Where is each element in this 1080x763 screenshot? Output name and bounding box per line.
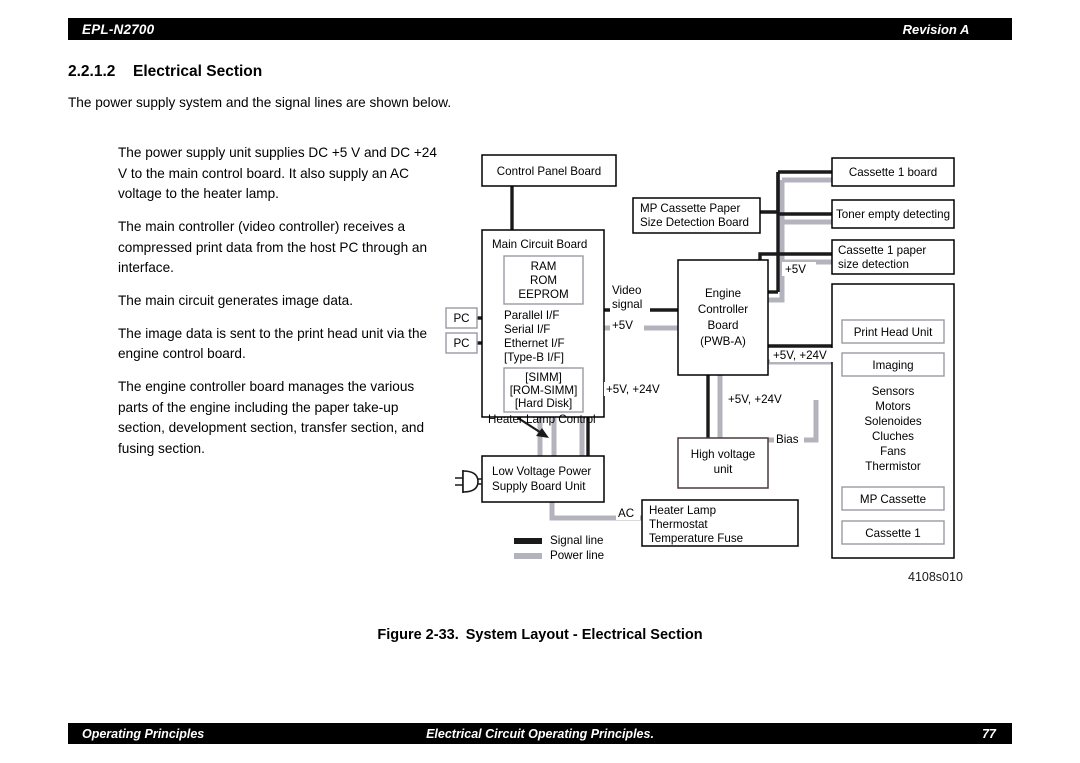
body-text-column: The power supply unit supplies DC +5 V a…	[118, 143, 448, 472]
body-paragraph: The engine controller board manages the …	[118, 378, 425, 456]
document-page: EPL-N2700 Revision A 2.2.1.2 Electrical …	[0, 0, 1080, 763]
header-model: EPL-N2700	[68, 18, 304, 40]
footer-center-text: Electrical Circuit Operating Principles.	[426, 726, 654, 741]
body-paragraph: The main controller (video controller) r…	[118, 218, 428, 276]
engine-controller-line4: (PWB-A)	[700, 335, 746, 348]
high-voltage-line2: unit	[714, 463, 733, 476]
plus5v24v-right-label: +5V, +24V	[773, 349, 827, 362]
box-low-voltage-power-supply: Low Voltage Power Supply Board Unit	[481, 455, 605, 503]
interface-ethernet-label: Ethernet I/F	[504, 337, 565, 350]
engine-part-cluches: Cluches	[872, 430, 914, 443]
engine-controller-line2: Controller	[698, 303, 748, 316]
mp-cassette-paper-line2: Size Detection Board	[640, 216, 749, 229]
memory-eeprom-label: EEPROM	[518, 288, 568, 301]
memory-rom-label: ROM	[530, 274, 557, 287]
memory-ram-label: RAM	[531, 260, 557, 273]
interface-serial-label: Serial I/F	[504, 323, 550, 336]
power-plug-icon	[455, 470, 482, 493]
cassette-1-board-label: Cassette 1 board	[849, 166, 937, 179]
plus5v24v-left-label: +5V, +24V	[606, 383, 660, 396]
toner-empty-detecting-label: Toner empty detecting	[836, 208, 950, 221]
body-paragraph: The main circuit generates image data.	[118, 292, 353, 308]
engine-part-sensors: Sensors	[872, 385, 915, 398]
print-head-unit-label: Print Head Unit	[854, 326, 933, 339]
mp-cassette-label: MP Cassette	[860, 493, 926, 506]
legend-power-line-label: Power line	[550, 549, 604, 562]
section-number: 2.2.1.2	[68, 63, 116, 80]
box-control-panel-board: Control Panel Board	[481, 154, 617, 187]
ac-label: AC	[618, 507, 634, 520]
engine-controller-line3: Board	[708, 319, 739, 332]
box-engine-controller-board: Engine Controller Board (PWB-A)	[677, 259, 769, 376]
header-revision: Revision A	[860, 18, 1012, 40]
cassette-1-paper-line2: size detection	[838, 258, 909, 271]
heater-lamp-control-label: Heater Lamp Control	[488, 413, 596, 426]
engine-part-fans: Fans	[880, 445, 906, 458]
page-footer: Electrical Circuit Operating Principles.…	[68, 723, 1012, 744]
engine-part-solenoides: Solenoides	[864, 415, 922, 428]
heater-lamp-line2: Thermostat	[649, 518, 708, 531]
plus5v-right-label: +5V	[785, 263, 806, 276]
low-voltage-line1: Low Voltage Power	[492, 465, 591, 478]
header-bar-fill	[304, 18, 860, 40]
box-pc-2: PC	[445, 332, 478, 354]
box-cassette-1-paper-size-detection: Cassette 1 paper size detection	[831, 239, 955, 275]
pc-1-label: PC	[453, 312, 469, 325]
figure-caption: Figure 2-33. System Layout - Electrical S…	[0, 627, 1080, 643]
option-simm-label: [SIMM]	[525, 371, 562, 384]
plus5v-video-label: +5V	[612, 319, 633, 332]
section-lead-text: The power supply system and the signal l…	[68, 95, 452, 110]
interface-typeb-label: [Type-B I/F]	[504, 351, 564, 364]
box-pc-1: PC	[445, 307, 478, 329]
pc-2-label: PC	[453, 337, 469, 350]
diagram-legend: Signal line Power line	[514, 534, 604, 562]
interface-parallel-label: Parallel I/F	[504, 309, 559, 322]
box-cassette-1-board: Cassette 1 board	[831, 157, 955, 187]
low-voltage-line2: Supply Board Unit	[492, 480, 586, 493]
option-hard-disk-label: [Hard Disk]	[515, 397, 572, 410]
box-toner-empty-detecting: Toner empty detecting	[831, 199, 955, 229]
engine-part-thermistor: Thermistor	[865, 460, 921, 473]
bias-label: Bias	[776, 433, 799, 446]
mp-cassette-paper-line1: MP Cassette Paper	[640, 202, 740, 215]
footer-page-number: 77	[982, 726, 996, 741]
plus5v24v-mid-label: +5V, +24V	[728, 393, 782, 406]
cassette-1-paper-line1: Cassette 1 paper	[838, 244, 926, 257]
control-panel-board-label: Control Panel Board	[497, 165, 601, 178]
box-mp-cassette-paper-size-detection-board: MP Cassette Paper Size Detection Board	[632, 197, 761, 234]
box-main-circuit-board: Main Circuit Board RAM ROM EEPROM Parall…	[481, 229, 605, 418]
main-circuit-board-label: Main Circuit Board	[492, 238, 587, 251]
figure-id: 4108s010	[908, 570, 963, 584]
figure-caption-number: Figure 2-33.	[377, 627, 459, 643]
cassette-1-label: Cassette 1	[865, 527, 920, 540]
heater-lamp-line1: Heater Lamp	[649, 504, 716, 517]
page-title: Electrical Section	[133, 63, 263, 80]
imaging-label: Imaging	[872, 359, 913, 372]
box-engine-panel: Print Head Unit Imaging Sensors Motors S…	[831, 283, 955, 559]
legend-signal-line-label: Signal line	[550, 534, 604, 547]
engine-controller-line1: Engine	[705, 287, 741, 300]
body-paragraph: The power supply unit supplies DC +5 V a…	[118, 145, 437, 202]
engine-part-motors: Motors	[875, 400, 911, 413]
video-signal-line2: signal	[612, 298, 642, 311]
box-heater-lamp-assembly: Heater Lamp Thermostat Temperature Fuse	[641, 499, 799, 547]
page-header: EPL-N2700 Revision A	[68, 18, 1012, 40]
figure-caption-title: System Layout - Electrical Section	[465, 627, 703, 643]
video-signal-line1: Video	[612, 284, 641, 297]
system-layout-diagram: Control Panel Board Main Circuit Board R…	[430, 150, 1030, 570]
heater-lamp-line3: Temperature Fuse	[649, 532, 743, 545]
option-rom-simm-label: [ROM-SIMM]	[510, 384, 578, 397]
box-high-voltage-unit: High voltage unit	[677, 437, 769, 489]
high-voltage-line1: High voltage	[691, 448, 755, 461]
body-paragraph: The image data is sent to the print head…	[118, 325, 428, 362]
footer-left-text: Operating Principles	[82, 726, 205, 741]
